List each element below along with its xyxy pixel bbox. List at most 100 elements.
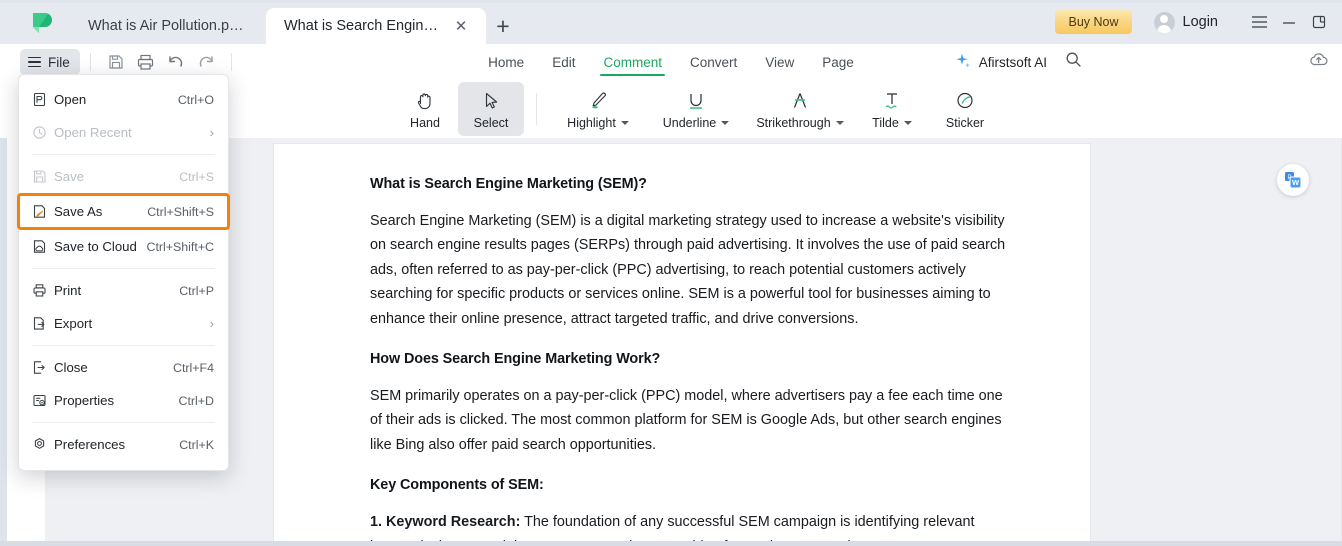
pdf-page-content: What is Search Engine Marketing (SEM)? S…: [370, 176, 1046, 544]
ai-and-search-zone: Afirstsoft AI: [954, 44, 1082, 80]
undo-icon[interactable]: [161, 48, 191, 76]
highlighter-pen-icon: [586, 89, 610, 113]
restore-window-icon[interactable]: [1304, 0, 1334, 44]
menu-item-properties[interactable]: Properties Ctrl+D: [19, 384, 228, 417]
doc-heading-3: Key Components of SEM:: [370, 477, 544, 494]
svg-text:W: W: [1292, 178, 1300, 187]
tool-highlight-label: Highlight: [567, 116, 629, 130]
menu-item-print[interactable]: Print Ctrl+P: [19, 274, 228, 307]
menu-item-export[interactable]: Export ›: [19, 307, 228, 340]
tool-underline-text: Underline: [662, 115, 717, 130]
tool-sticker[interactable]: Sticker: [929, 82, 1001, 136]
avatar: [1153, 11, 1175, 33]
open-file-icon: [32, 92, 54, 107]
tab-view[interactable]: View: [751, 47, 808, 77]
menu-item-close[interactable]: Close Ctrl+F4: [19, 351, 228, 384]
menu-item-close-shortcut: Ctrl+F4: [173, 360, 214, 375]
tool-divider: [536, 93, 537, 125]
document-tab-1-label: What is Air Pollution.pdf *: [88, 18, 248, 34]
tab-page[interactable]: Page: [808, 47, 868, 77]
tool-hand-label: Hand: [410, 115, 440, 130]
sticker-icon: [953, 89, 977, 113]
menu-separator-1: [32, 154, 215, 155]
chevron-down-icon[interactable]: [903, 120, 912, 125]
menu-item-save-to-cloud[interactable]: Save to Cloud Ctrl+Shift+C: [19, 230, 228, 263]
tab-convert[interactable]: Convert: [676, 47, 751, 77]
toolbar-divider: [89, 53, 91, 71]
search-icon[interactable]: [1065, 51, 1082, 73]
tab-home[interactable]: Home: [474, 47, 538, 77]
convert-to-word-icon[interactable]: P W: [1277, 164, 1309, 196]
cloud-upload-icon[interactable]: [1308, 50, 1330, 73]
buy-now-button[interactable]: Buy Now: [1055, 10, 1132, 34]
redo-icon[interactable]: [191, 48, 221, 76]
annotation-tools: Hand Select Highlight Underline Striketh…: [392, 80, 1001, 138]
document-tab-2[interactable]: What is Search Engine ... ✕: [266, 8, 486, 44]
titlebar-right-controls: Buy Now Login: [1055, 0, 1334, 44]
doc-paragraph-3-bold: 1. Keyword Research:: [370, 514, 521, 531]
print-icon[interactable]: [131, 48, 161, 76]
afirstsoft-ai-button[interactable]: Afirstsoft AI: [954, 52, 1047, 73]
menu-item-open-label: Open: [54, 92, 87, 107]
main-menu-icon[interactable]: [1244, 0, 1274, 44]
menu-item-open[interactable]: Open Ctrl+O: [19, 83, 228, 116]
tool-underline-label: Underline: [663, 116, 730, 130]
new-tab-button[interactable]: +: [486, 8, 520, 44]
tool-strikethrough[interactable]: Strikethrough: [745, 82, 855, 136]
doc-heading-1: What is Search Engine Marketing (SEM)?: [370, 176, 647, 192]
afirstsoft-ai-label: Afirstsoft AI: [978, 54, 1047, 70]
menu-item-print-shortcut: Ctrl+P: [179, 283, 214, 298]
pdf-page[interactable]: What is Search Engine Marketing (SEM)? S…: [274, 144, 1090, 544]
menu-item-save-as-shortcut: Ctrl+Shift+S: [147, 204, 214, 219]
tool-tilde-label: Tilde: [872, 116, 912, 130]
menu-separator-4: [32, 422, 215, 423]
document-tab-strip: What is Air Pollution.pdf * What is Sear…: [70, 0, 520, 44]
tool-tilde-text: Tilde: [872, 115, 899, 130]
tool-select[interactable]: Select: [458, 82, 524, 136]
toolbar-divider-2: [230, 53, 232, 71]
tab-edit[interactable]: Edit: [538, 47, 589, 77]
floppy-save-icon: [32, 169, 54, 184]
left-sidebar-edge: [0, 138, 7, 541]
file-menu-button[interactable]: File: [20, 49, 80, 75]
menu-item-save-as[interactable]: Save As Ctrl+Shift+S: [17, 193, 230, 230]
chevron-down-icon[interactable]: [835, 120, 844, 125]
close-icon[interactable]: ✕: [454, 19, 468, 34]
tool-highlight[interactable]: Highlight: [549, 82, 647, 136]
title-bar: What is Air Pollution.pdf * What is Sear…: [0, 0, 1342, 44]
menu-item-open-recent[interactable]: Open Recent ›: [19, 116, 228, 149]
tool-underline[interactable]: Underline: [647, 82, 745, 136]
save-as-icon: [32, 204, 54, 219]
chevron-right-icon: ›: [209, 125, 214, 140]
export-icon: [32, 316, 54, 331]
window-bottom-strip: [0, 541, 1342, 546]
menu-item-preferences[interactable]: Preferences Ctrl+K: [19, 428, 228, 461]
underline-icon: [684, 89, 708, 113]
menu-item-open-shortcut: Ctrl+O: [177, 92, 214, 107]
menu-item-save-shortcut: Ctrl+S: [179, 169, 214, 184]
menu-item-print-label: Print: [54, 283, 82, 298]
tool-hand[interactable]: Hand: [392, 82, 458, 136]
tab-comment[interactable]: Comment: [589, 47, 676, 77]
hamburger-icon: [28, 56, 41, 68]
menu-item-save-to-cloud-shortcut: Ctrl+Shift+C: [146, 239, 214, 254]
minimize-icon[interactable]: [1274, 0, 1304, 44]
menu-item-save-to-cloud-label: Save to Cloud: [54, 239, 137, 254]
menu-item-properties-shortcut: Ctrl+D: [178, 393, 214, 408]
tool-highlight-text: Highlight: [567, 115, 616, 130]
tool-tilde[interactable]: Tilde: [855, 82, 929, 136]
login-button[interactable]: Login: [1153, 11, 1218, 33]
document-tab-1[interactable]: What is Air Pollution.pdf *: [70, 8, 266, 44]
file-menu-label: File: [48, 54, 70, 70]
tool-strikethrough-label: Strikethrough: [756, 116, 844, 130]
chevron-down-icon[interactable]: [721, 120, 730, 125]
strikethrough-icon: [788, 89, 812, 113]
menu-separator-3: [32, 345, 215, 346]
save-icon[interactable]: [101, 48, 131, 76]
print-icon: [32, 283, 54, 298]
chevron-down-icon[interactable]: [620, 120, 629, 125]
file-dropdown-menu: Open Ctrl+O Open Recent › Save Ctrl+S Sa…: [17, 74, 230, 471]
document-tab-2-label: What is Search Engine ...: [284, 18, 444, 34]
menu-item-save-as-label: Save As: [54, 204, 103, 219]
menu-item-save[interactable]: Save Ctrl+S: [19, 160, 228, 193]
